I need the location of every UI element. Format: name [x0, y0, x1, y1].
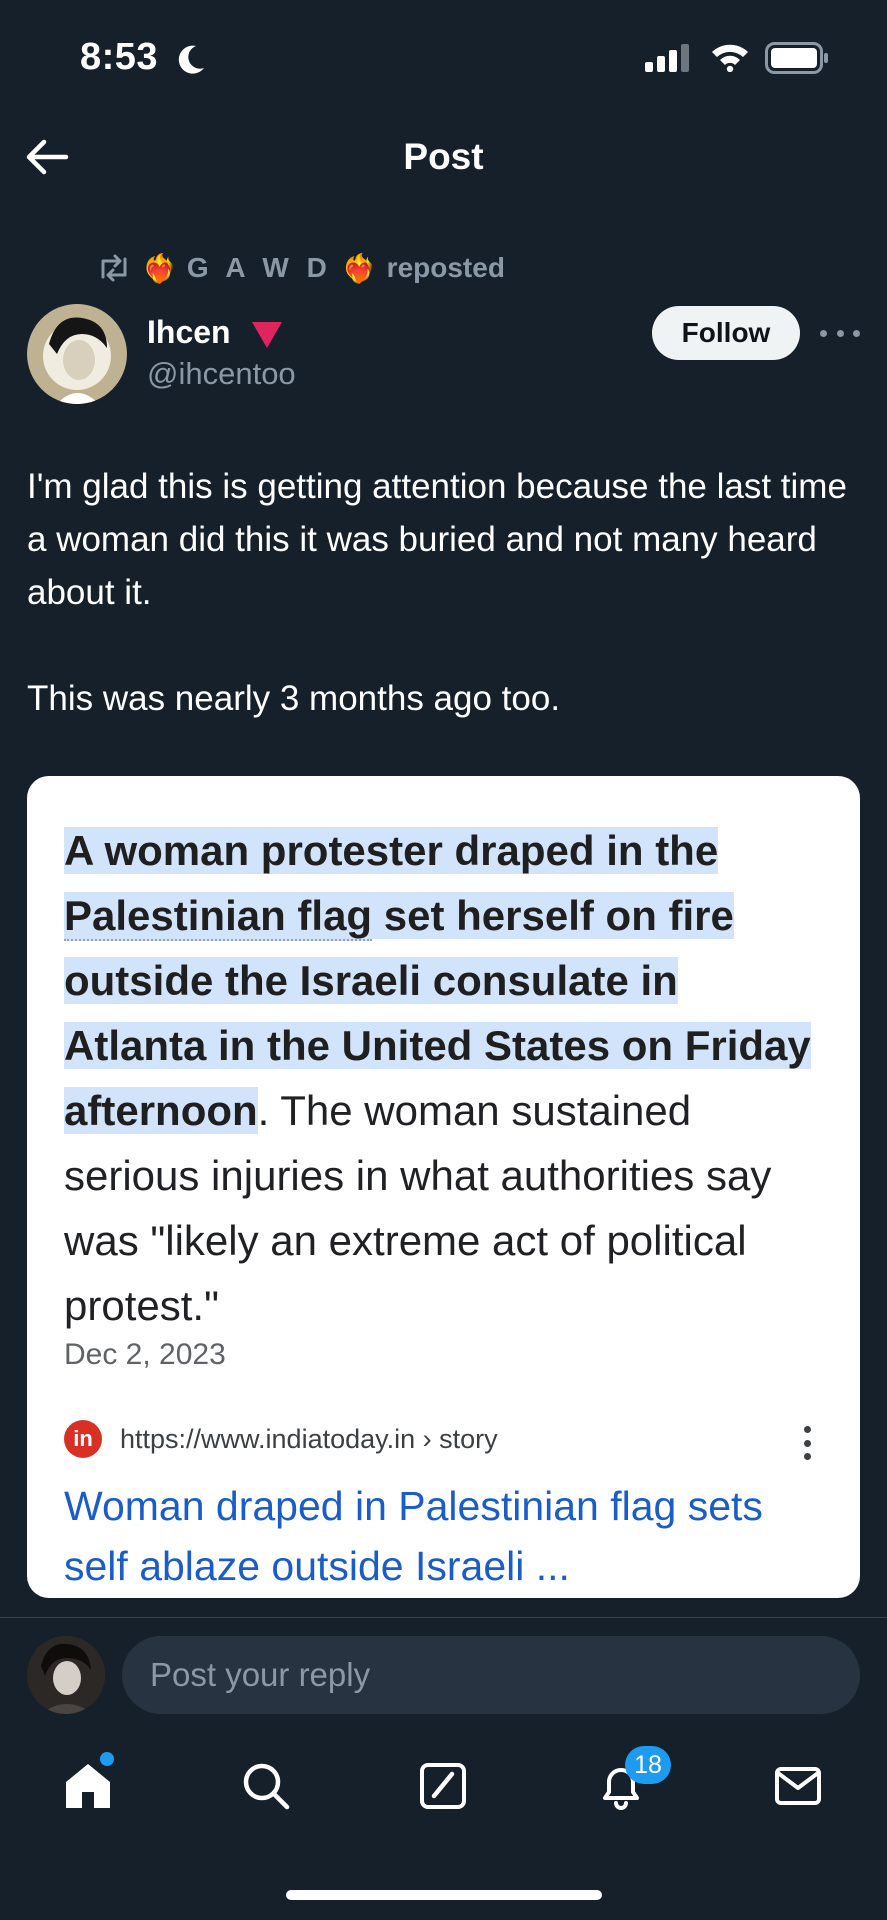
heart-fire-emoji: ❤️‍🔥 — [142, 252, 177, 284]
kebab-menu-icon — [802, 1426, 812, 1460]
reply-input[interactable] — [122, 1636, 860, 1714]
nav-messages[interactable] — [768, 1756, 828, 1816]
search-icon — [243, 1763, 290, 1810]
author-name[interactable]: Ihcen — [147, 314, 231, 351]
nav-compose[interactable] — [413, 1756, 473, 1816]
source-row: in https://www.indiatoday.in › story — [64, 1420, 498, 1458]
follow-button[interactable]: Follow — [652, 306, 800, 360]
avatar-image — [27, 304, 127, 404]
home-icon — [66, 1764, 110, 1808]
home-indicator — [286, 1890, 602, 1900]
highlighted-underlined-text: Palestinian flag — [64, 892, 373, 941]
red-triangle-icon — [252, 322, 282, 348]
status-time: 8:53 — [80, 36, 159, 78]
repost-action: reposted — [386, 252, 505, 283]
repost-indicator[interactable]: ❤️‍🔥 G A W D ❤️‍🔥 reposted — [96, 248, 505, 288]
result-link-title: Woman draped in Palestinian flag sets se… — [64, 1483, 763, 1589]
wifi-icon — [712, 44, 748, 72]
post-body: I'm glad this is getting attention becau… — [27, 460, 867, 778]
highlighted-text: A woman protester draped in the — [64, 827, 719, 874]
repost-icon — [101, 254, 127, 282]
search-snippet: A woman protester draped in the Palestin… — [64, 818, 824, 1338]
divider — [0, 1617, 887, 1618]
reposter-name: G A W D — [186, 252, 332, 283]
page-title: Post — [403, 136, 484, 177]
post-paragraph: I'm glad this is getting attention becau… — [27, 467, 847, 612]
mail-icon — [775, 1767, 821, 1805]
notifications-badge: 18 — [625, 1746, 671, 1784]
nav-search[interactable] — [236, 1756, 296, 1816]
more-options-icon[interactable] — [820, 318, 860, 348]
avatar-image — [27, 1636, 105, 1714]
author-avatar[interactable] — [27, 304, 127, 404]
india-today-logo-icon: in — [64, 1420, 102, 1458]
signal-icon — [645, 44, 689, 72]
snippet-date: Dec 2, 2023 — [64, 1338, 226, 1371]
heart-fire-emoji: ❤️‍🔥 — [341, 252, 377, 284]
author-handle[interactable]: @ihcentoo — [147, 356, 296, 392]
battery-icon — [765, 42, 828, 74]
post-paragraph: This was nearly 3 months ago too. — [27, 679, 561, 718]
post-image[interactable]: A woman protester draped in the Palestin… — [27, 776, 860, 1598]
moon-icon — [178, 45, 204, 74]
user-avatar[interactable] — [27, 1636, 105, 1714]
source-url: https://www.indiatoday.in › story — [120, 1423, 498, 1454]
home-notification-dot — [100, 1752, 114, 1766]
compose-icon — [420, 1763, 466, 1809]
